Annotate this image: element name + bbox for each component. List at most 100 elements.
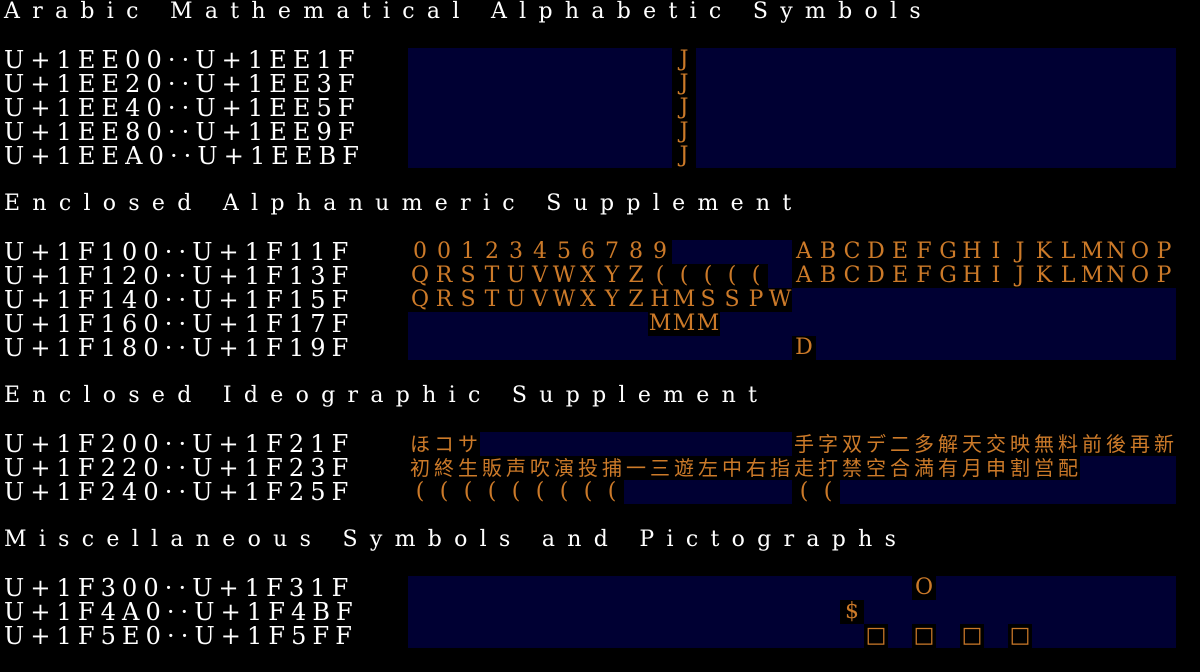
code-range-label: U+1F4A0··U+1F4BF: [4, 598, 359, 626]
code-range-label: U+1EE00··U+1EE1F: [4, 46, 361, 74]
glyph-cell: U: [504, 288, 528, 312]
glyph-cell: 多: [912, 432, 936, 456]
code-range-row: U+1F100··U+1F11F 0 0 1 2 3 4 5 6 7 8 9 A B C D E F G H I J K L M…: [0, 240, 1200, 264]
glyph-cell: R: [432, 288, 456, 312]
glyph-cell: J: [1008, 240, 1032, 264]
code-range-row: U+1F240··U+1F25F(((((((((((: [0, 480, 1200, 504]
glyph-strip: 00123456789 ABCDEFGHIJKLMNOP: [408, 240, 1176, 264]
glyph-cell: 9: [648, 240, 672, 264]
section-title-arabic-mathematical-alphabetic-symbols: Arabic Mathematical Alphabetic Symbols: [4, 0, 933, 24]
glyph-cell: 空: [864, 456, 888, 480]
code-range-row: U+1F4A0··U+1F4BF $: [0, 600, 1200, 624]
glyph-cell: D: [864, 240, 888, 264]
glyph-strip: 初終生販声吹演投捕一三遊左中右指走打禁空合満有月申割営配: [408, 456, 1176, 480]
glyph-cell: A: [792, 264, 816, 288]
glyph-cell: L: [1056, 264, 1080, 288]
glyph-cell: Y: [600, 288, 624, 312]
glyph-strip: J: [408, 120, 1176, 144]
glyph-strip: O: [408, 576, 1176, 600]
glyph-cell: 2: [480, 240, 504, 264]
glyph-cell: 割: [1008, 456, 1032, 480]
code-range-row: U+1F180··U+1F19F D: [0, 336, 1200, 360]
glyph-cell: 前: [1080, 432, 1104, 456]
glyph-cell: W: [768, 287, 792, 312]
glyph-cell: 終: [432, 456, 456, 480]
glyph-cell: (: [648, 264, 672, 288]
section-title-enclosed-ideographic-supplement: Enclosed Ideographic Supplement: [4, 383, 770, 408]
glyph-cell: N: [1104, 240, 1128, 264]
glyph-cell: (: [720, 264, 744, 288]
glyph-cell: 1: [456, 240, 480, 264]
glyph-cell: M: [672, 287, 696, 312]
glyph-cell: 走: [792, 456, 816, 480]
glyph-cell: K: [1032, 240, 1056, 264]
glyph-cell: O: [1128, 264, 1152, 288]
glyph-cell: 有: [936, 456, 960, 480]
glyph-strip: QRSTUVWXYZHMSSPW: [408, 288, 1176, 312]
glyph-cell: 合: [888, 456, 912, 480]
glyph-strip: J: [408, 144, 1176, 168]
glyph-cell: 手: [792, 432, 816, 456]
glyph-strip: D: [408, 336, 1176, 360]
glyph-cell: 左: [696, 456, 720, 480]
code-range-row: U+1F300··U+1F31F O: [0, 576, 1200, 600]
glyph-cell: E: [888, 240, 912, 264]
code-range-row: U+1EE40··U+1EE5F J: [0, 96, 1200, 120]
glyph-cell: 新: [1152, 432, 1176, 456]
glyph-cell: F: [912, 264, 936, 288]
glyph-cell: 月: [960, 456, 984, 480]
glyph-cell: Z: [624, 288, 648, 312]
code-range-label: U+1EE40··U+1EE5F: [4, 94, 361, 122]
glyph-strip: $: [408, 600, 1176, 624]
glyph-cell: P: [1152, 264, 1176, 288]
glyph-cell: (: [696, 264, 720, 288]
glyph-cell: (: [480, 480, 504, 504]
glyph-cell: デ: [864, 432, 888, 456]
glyph-strip: MMM: [408, 312, 1176, 336]
glyph-strip: J: [408, 72, 1176, 96]
glyph-cell: T: [480, 288, 504, 312]
glyph-cell: 3: [504, 240, 528, 264]
glyph-cell: 生: [456, 456, 480, 480]
glyph-cell: B: [816, 240, 840, 264]
glyph-cell: 指: [768, 456, 792, 480]
glyph-cell: J: [672, 72, 696, 96]
glyph-cell: (: [816, 480, 840, 504]
glyph-cell: A: [792, 240, 816, 264]
glyph-cell: 投: [576, 456, 600, 480]
glyph-cell: M: [1080, 263, 1104, 288]
code-range-row: U+1F160··U+1F17F M M M: [0, 312, 1200, 336]
code-range-row: U+1F140··U+1F15F Q R S T U V W X Y Z H M S S P W: [0, 288, 1200, 312]
code-range-label: U+1F140··U+1F15F: [4, 286, 355, 314]
glyph-cell: 初: [408, 456, 432, 480]
glyph-cell: サ: [456, 432, 480, 456]
code-range-label: U+1F120··U+1F13F: [4, 262, 355, 290]
glyph-cell: 字: [816, 432, 840, 456]
glyph-cell: コ: [432, 432, 456, 456]
glyph-cell: (: [600, 480, 624, 504]
glyph-cell: 右: [744, 456, 768, 480]
code-range-row: U+1F5E0··U+1F5FF □ □ □ □: [0, 624, 1200, 648]
glyph-cell: 声: [504, 456, 528, 480]
code-range-row: U+1F120··U+1F13F Q R S T U V W X Y Z(((((A B C D E F G H I…: [0, 264, 1200, 288]
glyph-cell: 配: [1056, 456, 1080, 480]
glyph-cell: (: [672, 264, 696, 288]
glyph-cell: 4: [528, 240, 552, 264]
glyph-cell: (: [504, 480, 528, 504]
glyph-cell: (: [408, 480, 432, 504]
glyph-cell: 販: [480, 456, 504, 480]
code-range-label: U+1F240··U+1F25F: [4, 478, 355, 506]
glyph-cell: J: [672, 120, 696, 144]
glyph-strip: □ □ □ □: [408, 624, 1176, 648]
glyph-cell: (: [744, 264, 768, 288]
glyph-cell: 解: [936, 432, 960, 456]
glyph-cell: D: [792, 336, 816, 360]
glyph-cell: 三: [648, 456, 672, 480]
code-range-label: U+1EE80··U+1EE9F: [4, 118, 361, 146]
section-title-enclosed-alphanumeric-supplement: Enclosed Alphanumeric Supplement: [4, 191, 804, 216]
glyph-cell: W: [552, 287, 576, 312]
glyph-cell: H: [960, 240, 984, 264]
glyph-cell: (: [576, 480, 600, 504]
glyph-strip: J: [408, 96, 1176, 120]
glyph-cell: P: [744, 288, 768, 312]
